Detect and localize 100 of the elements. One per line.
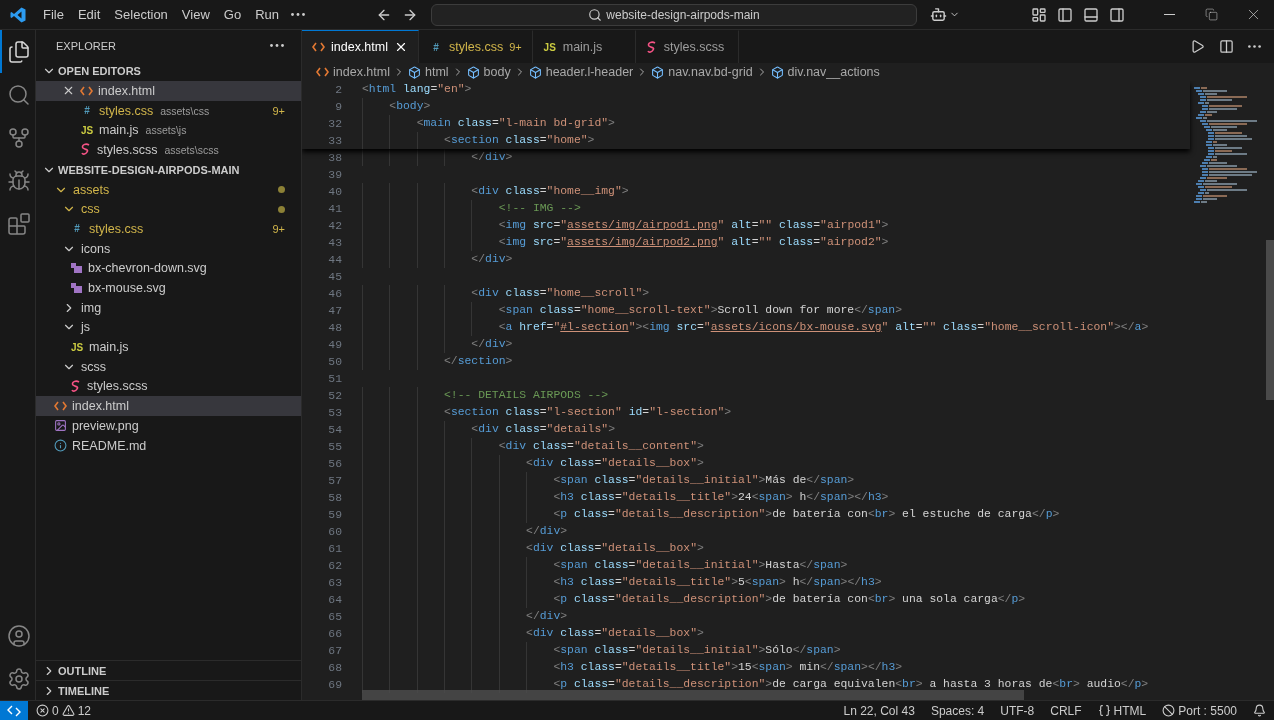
scrollbar-thumb[interactable]: [1266, 240, 1274, 400]
editor-tab[interactable]: index.html: [302, 30, 419, 63]
file-type-label: #: [73, 223, 81, 235]
modified-dot: [278, 186, 285, 194]
tree-item[interactable]: index.html: [36, 396, 301, 416]
tree-item[interactable]: JS main.js: [36, 337, 301, 357]
folder-item[interactable]: css: [36, 199, 301, 220]
tree-item[interactable]: # styles.css 9+: [36, 219, 301, 239]
file-path: assets\scss: [164, 143, 219, 156]
menu-item[interactable]: Run: [248, 4, 286, 25]
line-number: 42: [327, 219, 342, 232]
problem-count: 9+: [509, 41, 522, 53]
line-number: 59: [327, 508, 342, 521]
cube-icon: [528, 65, 542, 79]
tree-item[interactable]: bx-mouse.svg: [36, 278, 301, 298]
error-icon: [36, 704, 49, 717]
ellipsis-icon: [270, 44, 284, 47]
file-type-label: JS: [70, 341, 84, 353]
swirl-icon: [80, 143, 92, 157]
problems-button[interactable]: 0 12: [28, 701, 100, 720]
shapes-icon: [70, 282, 83, 295]
section-header[interactable]: OPEN EDITORS: [36, 61, 301, 81]
line-number: 47: [327, 304, 342, 317]
bell-icon: [1253, 704, 1266, 717]
language-button[interactable]: HTML: [1089, 701, 1155, 720]
cube-icon: [651, 65, 665, 79]
menu-item[interactable]: Selection: [107, 4, 175, 25]
status-item[interactable]: CRLF: [1042, 701, 1090, 720]
code-icon: [312, 42, 325, 52]
file-type-label: #: [83, 105, 91, 117]
folder-item[interactable]: img: [36, 297, 301, 318]
swirl-icon: [645, 40, 658, 54]
line-number: 68: [327, 661, 342, 674]
open-editor-item[interactable]: # styles.css assets\css 9+: [36, 100, 301, 121]
line-number: 33: [327, 134, 342, 147]
open-editor-item[interactable]: index.html: [36, 81, 301, 101]
ban-icon: [1162, 704, 1176, 717]
menu-item[interactable]: Edit: [70, 4, 108, 25]
folder-item[interactable]: assets: [36, 179, 301, 200]
panel-bottom-icon: [1083, 6, 1099, 23]
line-number: 53: [327, 406, 342, 419]
folder-item[interactable]: scss: [36, 356, 301, 377]
open-editor-item[interactable]: JS main.js assets\js: [36, 120, 301, 141]
line-number: 60: [327, 525, 342, 538]
menu-item[interactable]: Go: [216, 4, 249, 25]
line-number: 41: [327, 202, 342, 215]
tree-item[interactable]: README.md: [36, 435, 301, 456]
info-icon: [54, 439, 67, 453]
line-number: 50: [327, 355, 342, 368]
layout-icon: [1031, 6, 1047, 23]
section-header[interactable]: TIMELINE: [36, 680, 301, 700]
image-icon: [54, 419, 67, 433]
breadcrumb-item[interactable]: html: [408, 65, 449, 79]
line-number: 61: [327, 542, 342, 555]
menu-item[interactable]: View: [174, 4, 217, 25]
code-icon: [54, 401, 67, 412]
split-icon: [1219, 39, 1234, 54]
line-number: 2: [334, 83, 342, 96]
cube-icon: [466, 65, 480, 79]
open-editor-item[interactable]: styles.scss assets\scss: [36, 140, 301, 160]
line-number: 52: [327, 389, 342, 402]
branch-icon: [7, 125, 31, 150]
braces-icon: [1097, 704, 1111, 717]
breadcrumb-item[interactable]: header.l-header: [528, 65, 634, 79]
port-button[interactable]: Port : 5500: [1154, 701, 1245, 720]
cube-icon: [770, 65, 784, 79]
minimize-icon: [1163, 14, 1175, 15]
line-number: 56: [327, 457, 342, 470]
modified-dot: [278, 205, 285, 213]
file-type-label: #: [432, 41, 440, 53]
line-number: 54: [327, 423, 342, 436]
sidebar-title: EXPLORER: [56, 39, 116, 52]
search-icon: [7, 82, 31, 107]
line-number: 43: [327, 236, 342, 249]
breadcrumb-item[interactable]: body: [466, 65, 511, 79]
tree-item[interactable]: styles.scss: [36, 376, 301, 397]
tree-item[interactable]: preview.png: [36, 416, 301, 436]
menu-item[interactable]: File: [36, 4, 71, 25]
status-item[interactable]: UTF-8: [992, 701, 1043, 720]
breadcrumb-item[interactable]: div.nav__actions: [770, 65, 880, 79]
folder-item[interactable]: js: [36, 317, 301, 338]
section-header[interactable]: WEBSITE-DESIGN-AIRPODS-MAIN: [36, 159, 301, 180]
breadcrumb-item[interactable]: nav.nav.bd-grid: [651, 65, 753, 79]
line-number: 67: [327, 644, 342, 657]
breadcrumb-item[interactable]: index.html: [316, 65, 390, 79]
horizontal-scrollbar[interactable]: [362, 690, 1024, 700]
blocks-icon: [7, 211, 31, 236]
cube-icon: [408, 65, 421, 79]
line-number: 44: [327, 253, 342, 266]
remote-button[interactable]: [0, 701, 28, 720]
panel-left-icon: [1057, 6, 1073, 23]
ellipsis-icon: [1248, 45, 1261, 48]
tree-item[interactable]: bx-chevron-down.svg: [36, 258, 301, 279]
line-number: 64: [327, 593, 342, 606]
command-center[interactable]: website-design-airpods-main: [431, 3, 917, 26]
status-item[interactable]: Spaces: 4: [922, 701, 993, 720]
close-icon[interactable]: [394, 40, 408, 54]
folder-item[interactable]: icons: [36, 238, 301, 259]
status-item[interactable]: Ln 22, Col 43: [835, 701, 923, 720]
section-header[interactable]: OUTLINE: [36, 660, 301, 680]
